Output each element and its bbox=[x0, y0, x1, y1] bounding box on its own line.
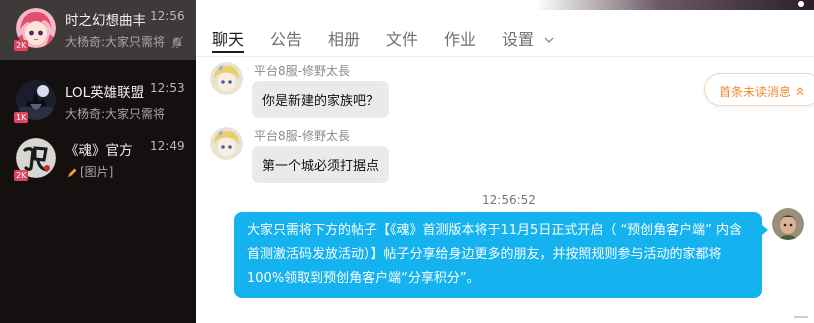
tab-announcements[interactable]: 公告 bbox=[270, 26, 302, 50]
chat-window: 2K 时之幻想曲丰 12:56 大杨奇:大家只需将 1K LOL英雄联盟 12:… bbox=[0, 0, 814, 323]
my-avatar-icon[interactable] bbox=[772, 208, 804, 240]
conversation-time: 12:49 bbox=[150, 139, 185, 153]
window-control-dot-icon[interactable] bbox=[798, 1, 804, 7]
sender-name: 平台8服-修野太長 bbox=[254, 129, 350, 143]
double-chevron-up-icon bbox=[795, 82, 805, 100]
member-count-badge: 1K bbox=[14, 112, 29, 123]
incoming-message-bubble: 第一个城必须打据点 bbox=[252, 146, 390, 183]
resize-handle[interactable] bbox=[794, 316, 808, 323]
message-text-line: 首测激活码发放活动）】帖子分享给身边更多的朋友，并按照规则参与活动的家都将 bbox=[247, 247, 722, 262]
incoming-message-bubble: 你是新建的家族吧？ bbox=[252, 81, 390, 118]
message-text-line: 大家只需将下方的帖子【《魂》首测版本将于11月5日正式开启（ “预创角客户端” … bbox=[247, 223, 743, 238]
tab-settings-label: 设置 bbox=[502, 30, 535, 49]
conversation-item-shizhi[interactable]: 2K 时之幻想曲丰 12:56 大杨奇:大家只需将 bbox=[0, 0, 196, 60]
first-unread-message-button[interactable]: 首条未读消息 bbox=[704, 73, 814, 106]
mute-bell-icon bbox=[170, 34, 184, 49]
tab-chat[interactable]: 聊天 bbox=[212, 26, 245, 53]
tab-album[interactable]: 相册 bbox=[328, 26, 360, 50]
conversation-time: 12:56 bbox=[150, 9, 185, 23]
conversation-title: 《魂》官方 bbox=[65, 143, 133, 159]
conversation-preview: 大杨奇:大家只需将 bbox=[65, 35, 165, 49]
chevron-down-icon bbox=[543, 30, 555, 43]
conversation-preview: [图片] bbox=[80, 165, 114, 179]
sender-name: 平台8服-修野太長 bbox=[254, 64, 350, 78]
member-count-badge: 2K bbox=[14, 170, 29, 181]
pencil-icon bbox=[66, 164, 78, 183]
conversation-list: 2K 时之幻想曲丰 12:56 大杨奇:大家只需将 1K LOL英雄联盟 12:… bbox=[0, 0, 196, 323]
message-text: 第一个城必须打据点 bbox=[262, 159, 380, 174]
outgoing-message-bubble: 大家只需将下方的帖子【《魂》首测版本将于11月5日正式开启（ “预创角客户端” … bbox=[234, 212, 768, 298]
message-text-line: 100%领取到预创角客户端“分享积分”。 bbox=[247, 271, 480, 286]
tab-homework[interactable]: 作业 bbox=[444, 26, 476, 50]
conversation-title: 时之幻想曲丰 bbox=[65, 13, 145, 29]
group-tabs: 聊天 公告 相册 文件 作业 设置 bbox=[196, 24, 814, 54]
conversation-preview: 大杨奇:大家只需将下方 bbox=[65, 107, 165, 121]
member-count-badge: 2K bbox=[14, 40, 29, 51]
sender-avatar-icon[interactable] bbox=[210, 127, 243, 160]
conversation-item-hun[interactable]: 2K 《魂》官方 12:49 [图片] bbox=[0, 130, 196, 190]
tab-settings[interactable]: 设置 bbox=[502, 26, 555, 50]
conversation-title: LOL英雄联盟 bbox=[65, 85, 145, 101]
tab-divider bbox=[196, 56, 814, 57]
conversation-time: 12:53 bbox=[150, 81, 185, 95]
message-timestamp: 12:56:52 bbox=[482, 193, 536, 207]
header-banner bbox=[196, 0, 814, 10]
message-text: 你是新建的家族吧？ bbox=[262, 94, 380, 109]
unread-label: 首条未读消息 bbox=[719, 85, 792, 99]
sender-avatar-icon[interactable] bbox=[210, 62, 243, 95]
conversation-item-lol[interactable]: 1K LOL英雄联盟 12:53 大杨奇:大家只需将下方 bbox=[0, 72, 196, 132]
chat-panel: 聊天 公告 相册 文件 作业 设置 平台8服-修野太長 你是新建的家族吧？ 平台… bbox=[196, 0, 814, 323]
tab-files[interactable]: 文件 bbox=[386, 26, 418, 50]
